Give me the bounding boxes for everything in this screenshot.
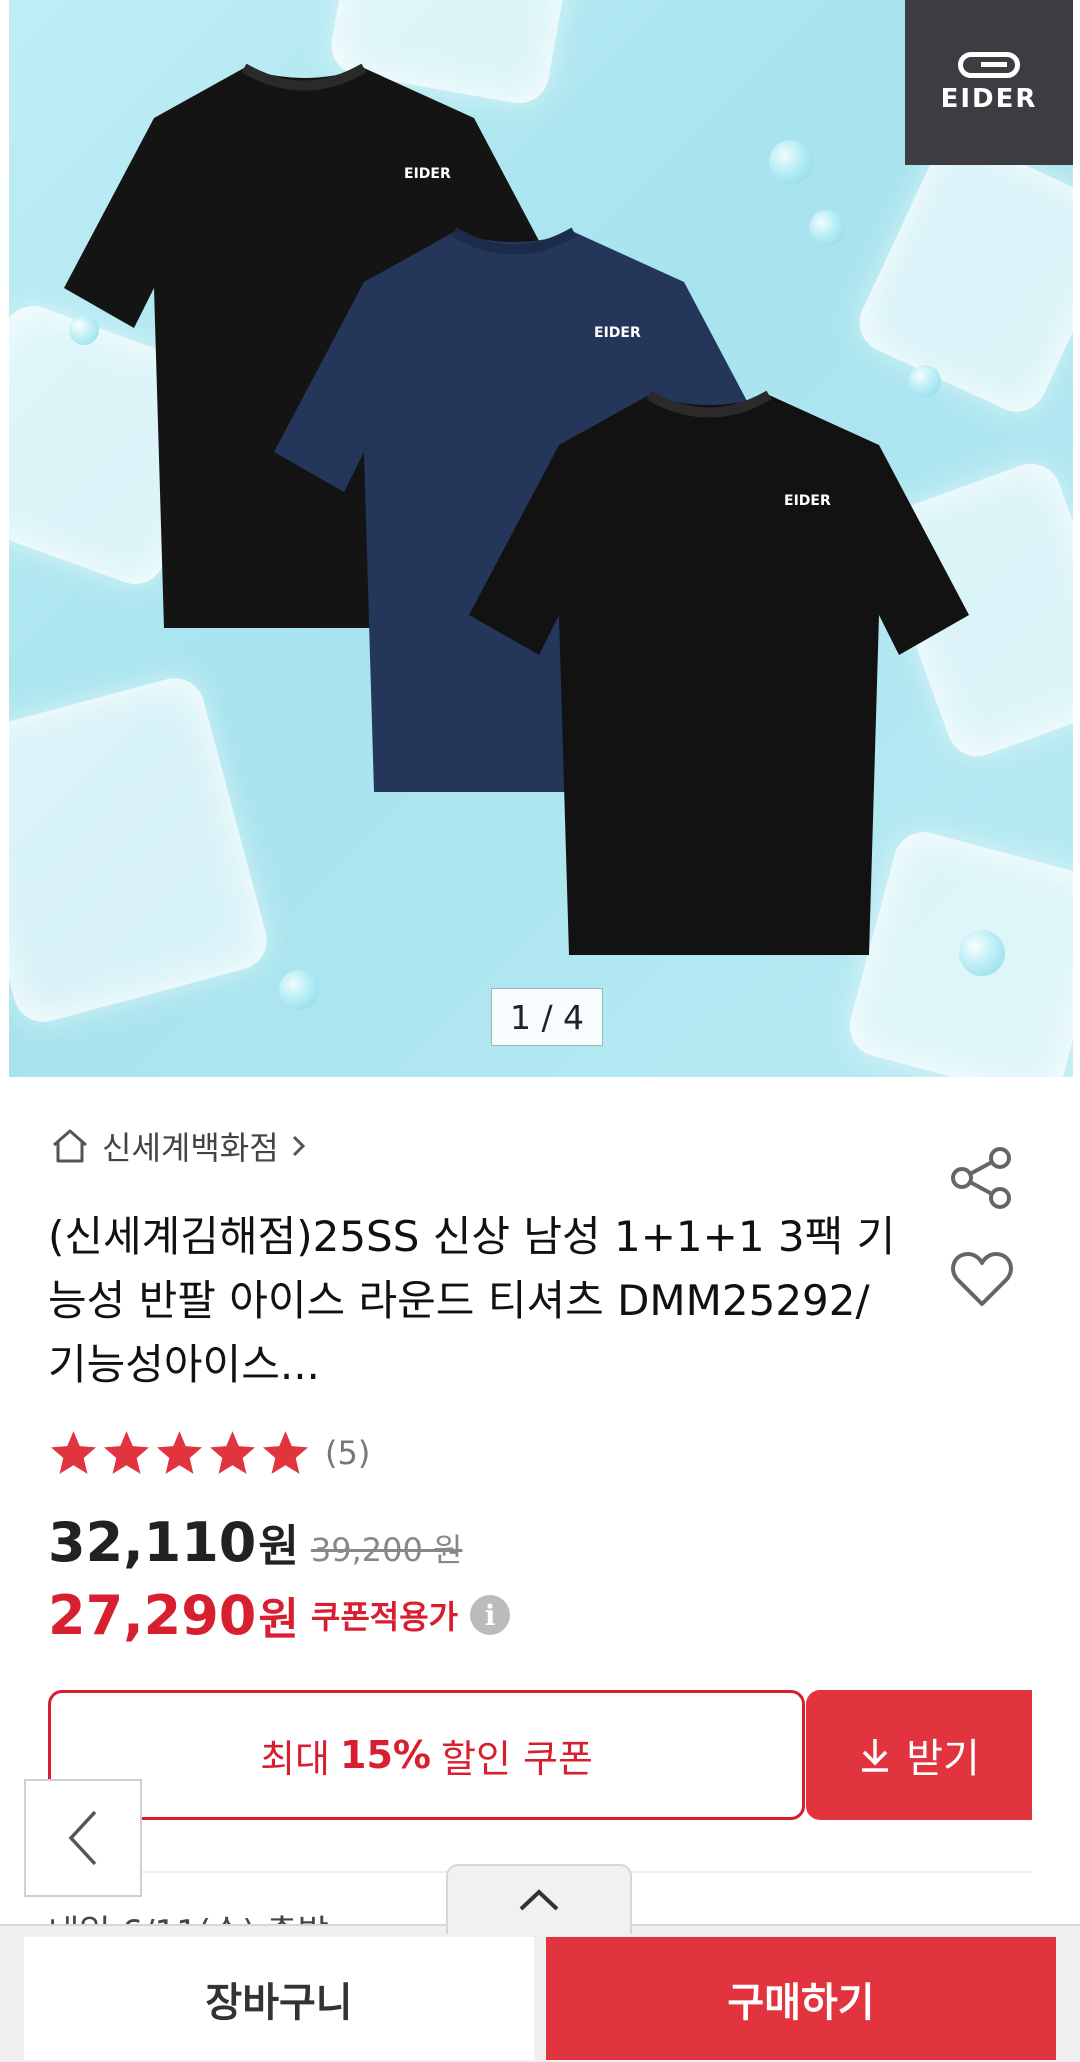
coupon-download-button[interactable]: 받기 (806, 1690, 1032, 1820)
wishlist-heart-icon[interactable] (950, 1250, 1014, 1308)
coupon-price-row: 27,290 원 쿠폰적용가 i (48, 1583, 511, 1647)
coupon-price-label: 쿠폰적용가 (310, 1598, 459, 1636)
expand-panel-tab[interactable] (446, 1864, 632, 1934)
brand-logo: EIDER (905, 0, 1073, 165)
info-icon[interactable]: i (470, 1595, 511, 1635)
tshirt-black-front: EIDER (469, 390, 969, 955)
rating-count[interactable]: (5) (325, 1434, 370, 1472)
brand-mark-icon (958, 51, 1020, 78)
rating[interactable]: (5) (48, 1428, 370, 1478)
coupon-percent: 15% (340, 1733, 431, 1777)
star-icon (157, 1431, 202, 1474)
shirt-logo: EIDER (404, 166, 451, 182)
product-title: (신세계김해점)25SS 신상 남성 1+1+1 3팩 기능성 반팔 아이스 라… (48, 1212, 896, 1389)
share-icon[interactable] (950, 1146, 1014, 1210)
ice-decoration (849, 128, 1073, 422)
water-drop (809, 210, 845, 246)
download-icon (862, 1739, 889, 1772)
coupon-banner[interactable]: 최대 15% 할인 쿠폰 (48, 1690, 805, 1820)
coupon-prefix: 최대 (260, 1736, 331, 1781)
sale-price-unit: 원 (258, 1521, 299, 1572)
star-icon (210, 1431, 255, 1474)
image-counter: 1 / 4 (491, 988, 603, 1046)
sale-price: 32,110 (48, 1511, 257, 1574)
price-row: 32,110 원 39,200 원 (48, 1510, 462, 1574)
coupon-price: 27,290 (48, 1583, 257, 1647)
coupon-suffix: 할인 쿠폰 (440, 1736, 593, 1781)
chevron-up-icon (519, 1889, 559, 1911)
breadcrumb-label[interactable]: 신세계백화점 (102, 1123, 279, 1169)
breadcrumb[interactable]: 신세계백화점 (50, 1123, 307, 1169)
brand-logo-text: EIDER (940, 83, 1038, 114)
chevron-left-icon (68, 1810, 97, 1866)
coupon-download-label: 받기 (906, 1736, 980, 1782)
star-icon (51, 1431, 96, 1474)
add-to-cart-button[interactable]: 장바구니 (24, 1937, 534, 2060)
home-icon (53, 1129, 87, 1163)
star-icon (263, 1431, 308, 1474)
water-drop (769, 140, 813, 184)
shirt-logo: EIDER (594, 325, 641, 341)
chevron-right-icon (292, 1135, 305, 1157)
water-drop (279, 970, 319, 1010)
coupon-price-unit: 원 (258, 1594, 299, 1645)
previous-button[interactable] (24, 1779, 142, 1897)
buy-now-button[interactable]: 구매하기 (546, 1937, 1056, 2060)
shirt-logo: EIDER (784, 493, 831, 509)
product-image[interactable]: EIDER EIDER EIDER EIDER 1 / 4 (9, 0, 1073, 1077)
original-price: 39,200 원 (310, 1531, 463, 1569)
star-icon (104, 1431, 149, 1474)
ice-decoration (9, 671, 274, 1029)
